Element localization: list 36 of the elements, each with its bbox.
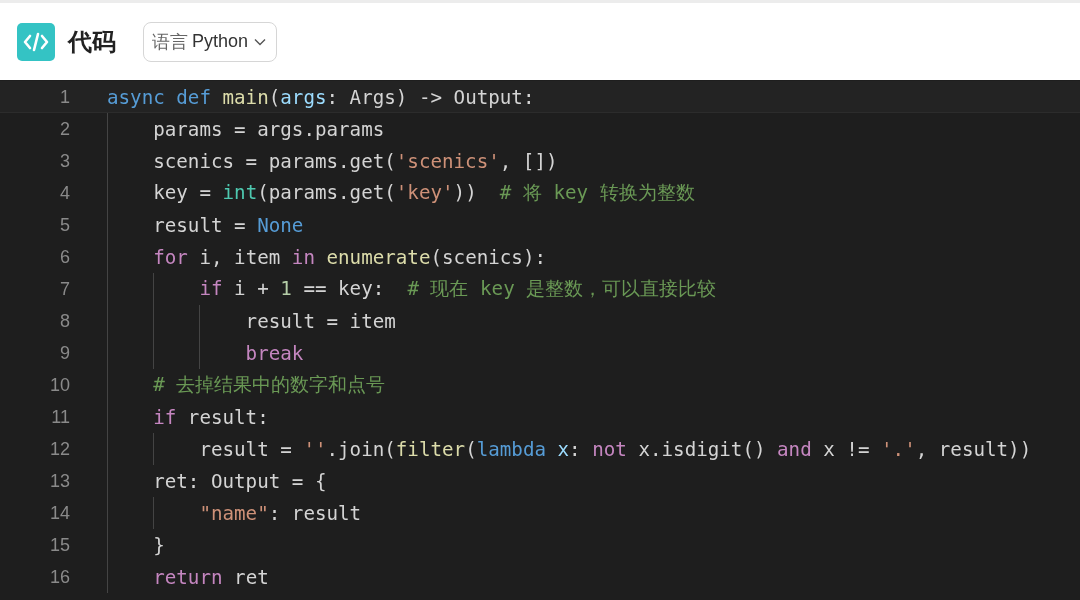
panel-title: 代码	[68, 26, 116, 58]
line-number: 14	[48, 502, 71, 524]
line-number: 10	[48, 374, 71, 396]
caret-icon	[254, 37, 267, 46]
line-number: 11	[50, 406, 71, 428]
code-line: result = None	[152, 213, 304, 237]
code-line: ret: Output = {	[152, 469, 327, 493]
line-number: 2	[59, 118, 71, 140]
code-line: }	[152, 533, 165, 557]
code-line: scenics = params.get('scenics', [])	[152, 149, 558, 173]
line-number: 5	[59, 214, 71, 236]
language-select[interactable]: 语言 Python	[143, 21, 278, 62]
line-number: 16	[48, 566, 71, 588]
line-number: 4	[59, 182, 71, 204]
code-line: result = ''.join(filter(lambda x: not x.isdigit() and x != '.', result))	[198, 437, 1032, 461]
code-line: return ret	[152, 565, 269, 589]
code-line: break	[244, 341, 304, 365]
line-number: 13	[48, 470, 71, 492]
line-number: 6	[59, 246, 71, 268]
line-number: 9	[59, 342, 71, 364]
code-line: params = args.params	[152, 117, 385, 141]
code-logo-icon	[17, 22, 55, 61]
code-line: for i, item in enumerate(scenics):	[152, 245, 546, 269]
line-number: 1	[59, 86, 71, 108]
line-number: 12	[48, 438, 71, 460]
line-number: 3	[59, 150, 71, 172]
line-number: 15	[48, 534, 71, 556]
code-line: key = int(params.get('key')) # 将 key 转换为整数	[152, 180, 695, 206]
line-number: 7	[59, 278, 71, 300]
code-line: if result:	[152, 405, 269, 429]
code-line: # 去掉结果中的数字和点号	[152, 372, 386, 398]
code-line: result = item	[244, 309, 396, 333]
code-line: "name": result	[198, 501, 362, 525]
code-line: if i + 1 == key: # 现在 key 是整数，可以直接比较	[198, 276, 717, 302]
line-number: 8	[59, 310, 71, 332]
code-line: async def main(args: Args) -> Output:	[107, 85, 535, 109]
